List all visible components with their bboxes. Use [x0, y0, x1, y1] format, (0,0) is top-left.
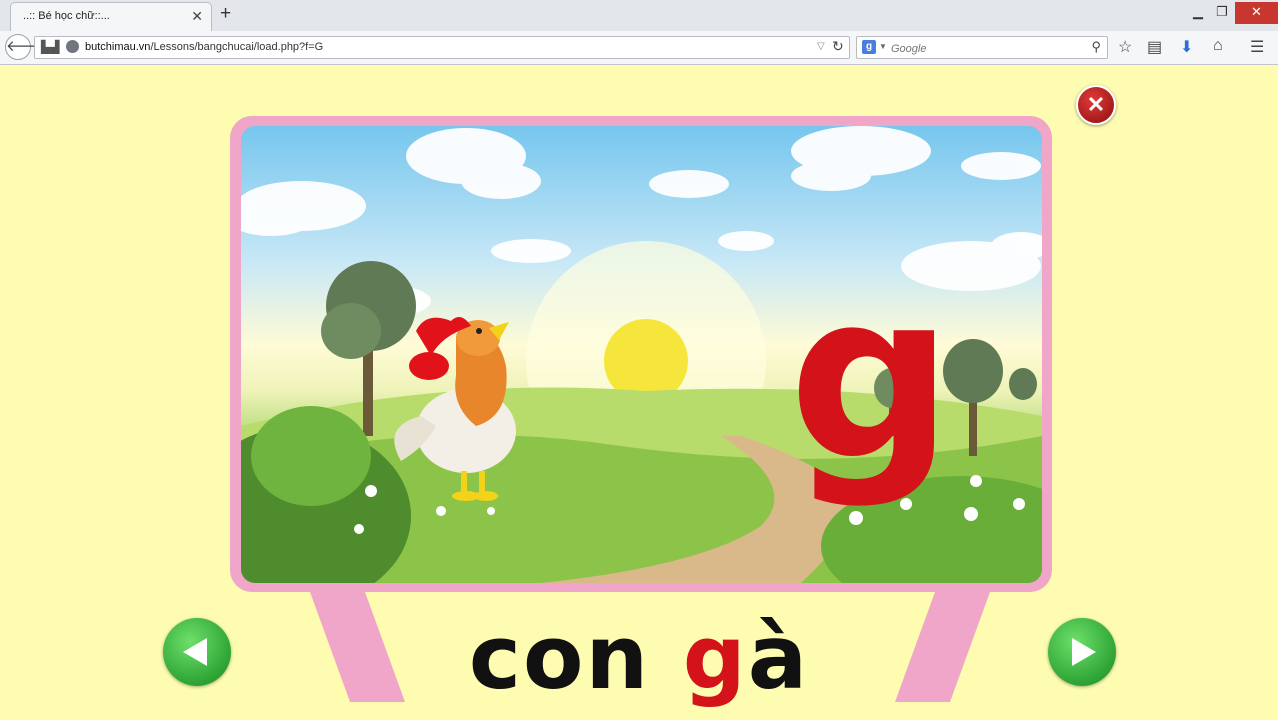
hamburger-menu-icon[interactable]: ☰ — [1250, 37, 1264, 57]
minimize-icon[interactable]: ▁ — [1188, 2, 1208, 24]
lesson-scene[interactable]: g — [241, 126, 1042, 583]
close-icon[interactable]: ✕ — [191, 8, 203, 25]
picture-frame: g — [230, 116, 1052, 592]
clipboard-icon[interactable]: ▤ — [1147, 37, 1162, 57]
search-input[interactable] — [889, 39, 1083, 58]
window-close-icon[interactable]: ✕ — [1235, 2, 1278, 24]
dropdown-icon[interactable]: ▽ — [817, 41, 825, 52]
nav-toolbar: 🡐 ▙▟ butchimau.vn/Lessons/bangchucai/loa… — [0, 31, 1278, 65]
search-box[interactable]: g ▼ ⚲ — [856, 36, 1108, 59]
url-text[interactable]: butchimau.vn/Lessons/bangchucai/load.php… — [85, 41, 323, 53]
tab-strip: ..:: Bé học chữ::... ✕ + ▁ ❐ ✕ — [0, 0, 1278, 31]
url-path: /Lessons/bangchucai/load.php?f=G — [150, 41, 324, 53]
url-bar[interactable]: ▙▟ butchimau.vn/Lessons/bangchucai/load.… — [34, 36, 850, 59]
lesson-word: con gà — [0, 606, 1278, 709]
globe-icon — [66, 40, 79, 53]
scene-illustration: g — [241, 126, 1042, 583]
search-icon[interactable]: ⚲ — [1091, 39, 1101, 55]
word-part-1: con — [468, 606, 683, 709]
lesson-letter[interactable]: g — [789, 244, 954, 511]
close-lesson-button[interactable]: ✕ — [1076, 85, 1116, 125]
reload-icon[interactable]: ↻ — [832, 38, 844, 55]
browser-tab[interactable]: ..:: Bé học chữ::... ✕ — [10, 2, 212, 31]
tab-title: ..:: Bé học chữ::... — [23, 10, 110, 22]
back-arrow-icon[interactable]: 🡐 — [5, 34, 46, 60]
home-icon[interactable]: ⌂ — [1213, 37, 1223, 55]
word-highlight-letter: g — [682, 606, 748, 709]
word-part-2: à — [747, 606, 810, 709]
download-arrow-icon[interactable]: ⬇ — [1180, 37, 1193, 57]
url-domain: butchimau.vn — [85, 41, 151, 53]
site-identity-icon[interactable]: ▙▟ — [41, 40, 59, 54]
star-icon[interactable]: ☆ — [1118, 37, 1132, 57]
chevron-down-icon[interactable]: ▼ — [879, 42, 887, 51]
plus-icon[interactable]: + — [220, 3, 231, 25]
restore-icon[interactable]: ❐ — [1212, 2, 1232, 24]
lesson-page: g ✕ con gà — [0, 66, 1278, 720]
google-logo-icon[interactable]: g — [862, 40, 876, 54]
